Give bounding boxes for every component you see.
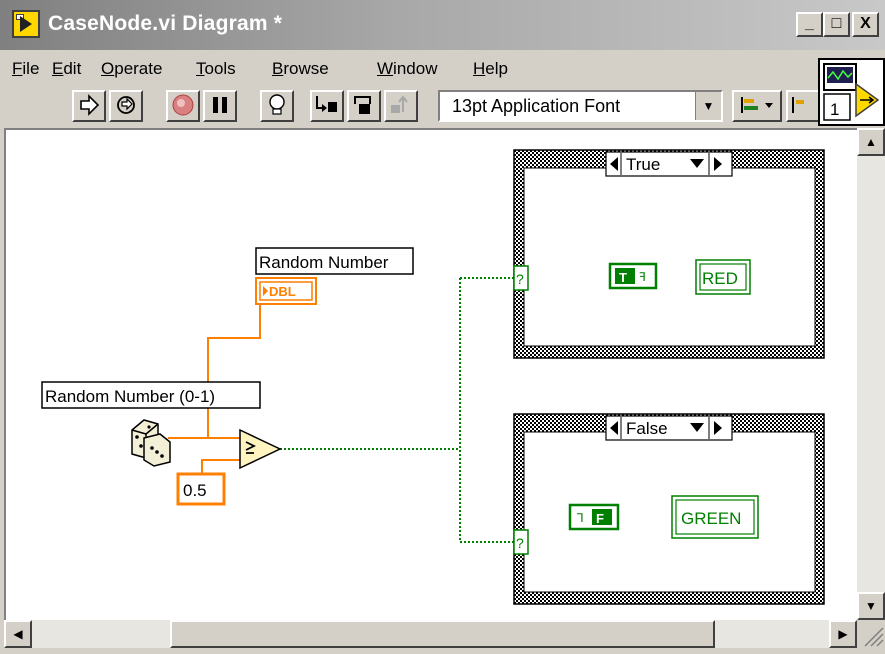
scroll-down-button[interactable]: ▼ [857,592,885,620]
step-out-button[interactable] [384,90,418,122]
dropdown-arrow-icon[interactable]: ▼ [695,92,721,120]
step-into-icon [316,96,337,112]
svg-text:ꟻ: ꟻ [639,270,646,284]
wire-random-to-indicator[interactable] [207,304,261,438]
string-green-value: GREEN [681,509,741,528]
string-red-value: RED [702,269,738,288]
abort-button[interactable] [166,90,200,122]
distribute-icon [792,97,804,113]
align-objects-button[interactable] [732,90,782,122]
menu-window[interactable]: Window [377,59,437,79]
vi-run-icon [12,10,40,38]
boolean-false-constant[interactable]: Ꞁ F [568,503,620,531]
vi-icon-connector-pane[interactable]: 1 [818,58,885,126]
window-title: CaseNode.vi Diagram * [48,12,283,35]
horizontal-scroll-thumb[interactable] [170,620,715,648]
menu-help[interactable]: Help [473,59,508,79]
labview-block-diagram-window: CaseNode.vi Diagram * _ □ X File Edit Op… [0,0,885,654]
menu-operate[interactable]: Operate [101,59,162,79]
minimize-button[interactable]: _ [796,12,823,37]
numeric-constant-value: 0.5 [183,481,207,500]
svg-text:Ꞁ: Ꞁ [577,511,584,525]
step-into-button[interactable] [310,90,344,122]
scroll-up-button[interactable]: ▲ [857,128,885,156]
run-arrow-icon [80,94,100,116]
case-selector-false-label: False [626,419,668,438]
run-button[interactable] [72,90,106,122]
maximize-button[interactable]: □ [823,12,850,37]
indicator-type-label: DBL [269,284,296,299]
pause-button[interactable] [203,90,237,122]
align-icon [741,97,773,113]
boolean-true-glyph: T [619,270,627,285]
connector-pane-label: 1 [830,100,839,119]
run-continuous-icon [117,96,135,114]
boolean-true-constant[interactable]: T ꟻ [608,262,658,290]
numeric-constant[interactable]: 0.5 [176,472,226,506]
case-structure-false[interactable]: False ? Ꞁ F GREEN [513,413,825,605]
step-out-icon [391,95,408,113]
string-indicator-red[interactable]: RED [695,259,751,295]
font-select-value: 13pt Application Font [452,96,621,116]
run-continuously-button[interactable] [109,90,143,122]
diagram-svg: Random Number DBL Random Number (0-1) 0.… [41,149,825,605]
random-number-function[interactable]: Random Number (0-1) [41,381,261,467]
string-indicator-green[interactable]: GREEN [671,495,759,539]
case-selector-true[interactable] [605,151,733,177]
case-selector-true-label: True [626,155,660,174]
case-structure-true[interactable]: True ? T ꟻ RED [513,149,825,359]
menu-file[interactable]: File [12,59,39,79]
font-select[interactable]: 13pt Application Font ▼ [438,90,723,122]
step-over-icon [354,96,371,114]
vertical-scrollbar[interactable]: ▲ ▼ [857,128,885,620]
scroll-right-button[interactable]: ▶ [829,620,857,648]
random-function-label: Random Number (0-1) [45,387,215,406]
menu-bar: File Edit Operate Tools Browse Window He… [0,52,810,82]
case-selector-false[interactable] [605,415,733,441]
scroll-left-button[interactable]: ◀ [4,620,32,648]
dice-icon [131,419,171,467]
pause-icon [213,97,227,113]
title-bar: CaseNode.vi Diagram * _ □ X [0,0,885,50]
block-diagram-canvas[interactable]: Random Number DBL Random Number (0-1) 0.… [4,128,857,620]
menu-edit[interactable]: Edit [52,59,81,79]
random-number-indicator-label: Random Number [259,253,389,272]
greater-or-equal-function[interactable] [239,428,282,470]
toolbar: 13pt Application Font ▼ [0,82,820,126]
vi-waveform-icon: 1 [823,63,880,121]
step-over-button[interactable] [347,90,381,122]
boolean-false-glyph: F [596,511,604,526]
case-terminal-false-label: ? [516,535,524,551]
lightbulb-icon [269,94,285,115]
highlight-execution-button[interactable] [260,90,294,122]
close-button[interactable]: X [852,12,879,37]
distribute-objects-button[interactable] [786,90,820,122]
resize-grip-icon[interactable] [857,620,885,648]
random-number-indicator[interactable]: Random Number DBL [255,247,414,305]
horizontal-scrollbar[interactable]: ◀ ▶ [4,620,857,648]
stop-icon [172,94,194,116]
case-terminal-true-label: ? [516,271,524,287]
menu-tools[interactable]: Tools [196,59,236,79]
menu-browse[interactable]: Browse [272,59,329,79]
